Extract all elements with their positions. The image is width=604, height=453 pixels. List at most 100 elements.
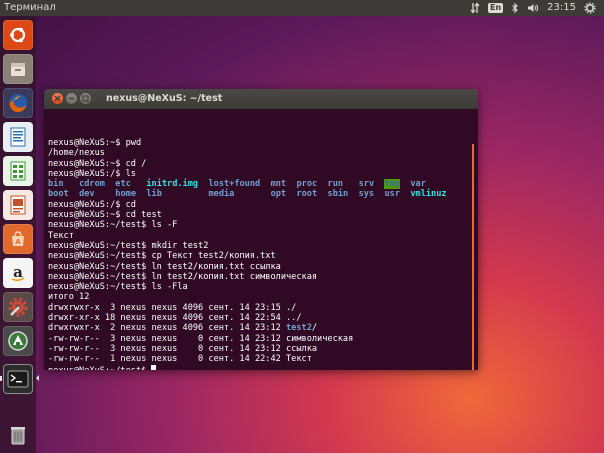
- terminal-output[interactable]: nexus@NeXuS:~$ pwd/home/nexus nexus@NeXuS…: [44, 109, 478, 370]
- writer-launcher[interactable]: [3, 122, 33, 152]
- terminal-line: nexus@NeXuS:~/test$ ls -Fla: [48, 282, 468, 292]
- dash-button[interactable]: [3, 20, 33, 50]
- terminal-line: nexus@NeXuS:~/test$ ln test2/копия.txt с…: [48, 262, 468, 272]
- amazon-launcher[interactable]: a: [3, 258, 33, 288]
- terminal-launcher[interactable]: [3, 364, 33, 394]
- scrollbar[interactable]: [472, 144, 474, 370]
- terminal-text: opt: [270, 189, 287, 200]
- keyboard-layout-label: En: [488, 3, 504, 13]
- focused-indicator: [36, 375, 39, 381]
- window-titlebar[interactable]: nexus@NeXuS: ~/test: [44, 89, 478, 109]
- terminal-text: /: [311, 323, 318, 334]
- terminal-line: /home/nexus: [48, 148, 468, 158]
- terminal-text: nexus@NeXuS:~/test$ ls -Fla: [48, 282, 188, 293]
- terminal-window[interactable]: nexus@NeXuS: ~/test nexus@NeXuS:~$ pwd/h…: [44, 89, 478, 370]
- top-panel: Терминал En 23:15: [0, 0, 604, 16]
- terminal-text: nexus@NeXuS:~/test$: [48, 366, 151, 370]
- transfer-arrows-icon[interactable]: [466, 0, 484, 16]
- files-launcher[interactable]: [3, 54, 33, 84]
- bluetooth-icon[interactable]: [507, 0, 523, 16]
- terminal-line: -rw-rw-r-- 3 nexus nexus 0 сент. 14 23:1…: [48, 344, 468, 354]
- terminal-text: dev: [79, 189, 95, 200]
- terminal-line: nexus@NeXuS:/$ cd: [48, 200, 468, 210]
- terminal-text: proc: [296, 179, 318, 190]
- clock[interactable]: 23:15: [543, 0, 580, 16]
- software-center-launcher[interactable]: A: [3, 224, 33, 254]
- impress-icon: [8, 194, 28, 216]
- terminal-text: итого 12: [48, 292, 90, 303]
- files-icon: [8, 59, 28, 79]
- terminal-text: bin: [48, 179, 64, 190]
- launcher: A a: [0, 16, 39, 453]
- terminal-line: nexus@NeXuS:~$ pwd: [48, 138, 468, 148]
- terminal-text: srv: [358, 179, 375, 190]
- terminal-line: nexus@NeXuS:~/test$: [48, 364, 468, 370]
- terminal-line: drwxrwxr-x 2 nexus nexus 4096 сент. 14 2…: [48, 323, 468, 333]
- terminal-text: cdrom: [79, 179, 105, 190]
- amazon-icon: a: [8, 263, 28, 283]
- firefox-launcher[interactable]: [3, 88, 33, 118]
- maximize-icon: [82, 95, 89, 102]
- terminal-text: drwxrwxr-x 3 nexus nexus 4096 сент. 14 2…: [48, 302, 297, 313]
- terminal-line: nexus@NeXuS:~$ cd test: [48, 210, 468, 220]
- close-icon: [54, 95, 61, 102]
- terminal-line: bin cdrom etc initrd.img lost+found mnt …: [48, 179, 468, 190]
- terminal-text: home: [115, 189, 136, 200]
- terminal-line: -rw-rw-r-- 3 nexus nexus 0 сент. 14 23:1…: [48, 334, 468, 344]
- terminal-text: drwxrwxr-x 2 nexus nexus 4096 сент. 14 2…: [48, 323, 286, 334]
- terminal-line: nexus@NeXuS:~/test$ cp Текст test2/копия…: [48, 251, 468, 261]
- terminal-text: nexus@NeXuS:~$ cd /: [48, 158, 147, 169]
- impress-launcher[interactable]: [3, 190, 33, 220]
- shopping-bag-icon: A: [8, 229, 28, 249]
- software-updater-launcher[interactable]: [3, 326, 33, 356]
- terminal-text: nexus@NeXuS:/$ ls: [48, 168, 136, 179]
- calc-launcher[interactable]: [3, 156, 33, 186]
- terminal-text: run: [327, 179, 344, 190]
- terminal-line: nexus@NeXuS:~/test$ ln test2/копия.txt с…: [48, 272, 468, 282]
- terminal-text: sys: [358, 189, 375, 200]
- running-indicator: [0, 376, 2, 381]
- firefox-icon: [7, 92, 29, 114]
- terminal-text: lost+found: [208, 179, 261, 190]
- system-settings-launcher[interactable]: [3, 292, 33, 322]
- terminal-line: nexus@NeXuS:~/test$ mkdir test2: [48, 241, 468, 251]
- calc-icon: [8, 160, 28, 182]
- terminal-line: drwxr-xr-x 18 nexus nexus 4096 сент. 14 …: [48, 313, 468, 323]
- keyboard-layout-indicator[interactable]: En: [484, 0, 507, 16]
- terminal-line: -rw-rw-r-- 1 nexus nexus 0 сент. 14 22:4…: [48, 354, 468, 364]
- minimize-button[interactable]: [66, 93, 77, 104]
- trash-launcher[interactable]: [3, 420, 33, 450]
- terminal-line: Текст: [48, 231, 468, 241]
- terminal-text: nexus@NeXuS:~/test$ cp Текст test2/копия…: [48, 251, 276, 262]
- terminal-text: boot: [48, 189, 69, 200]
- writer-icon: [8, 126, 28, 148]
- svg-text:A: A: [15, 238, 21, 246]
- terminal-text: media: [208, 189, 235, 200]
- terminal-text: nexus@NeXuS:/$ cd: [48, 199, 136, 210]
- terminal-text: etc: [115, 179, 131, 190]
- terminal-line: итого 12: [48, 292, 468, 302]
- terminal-text: nexus@NeXuS:~/test$ ln test2/копия.txt с…: [48, 261, 281, 272]
- terminal-text: root: [296, 189, 318, 200]
- terminal-text: var: [410, 179, 426, 190]
- close-button[interactable]: [52, 93, 63, 104]
- volume-icon[interactable]: [523, 0, 543, 16]
- terminal-text: /home/nexus: [48, 148, 105, 159]
- text-cursor: [151, 364, 157, 370]
- power-gear-icon[interactable]: [580, 0, 600, 16]
- terminal-text: nexus@NeXuS:~/test$ ls -F: [48, 220, 178, 231]
- terminal-text: Текст: [48, 230, 74, 241]
- terminal-line: nexus@NeXuS:/$ ls: [48, 169, 468, 179]
- maximize-button[interactable]: [80, 93, 91, 104]
- window-title: nexus@NeXuS: ~/test: [106, 93, 223, 104]
- terminal-text: usr: [384, 189, 400, 200]
